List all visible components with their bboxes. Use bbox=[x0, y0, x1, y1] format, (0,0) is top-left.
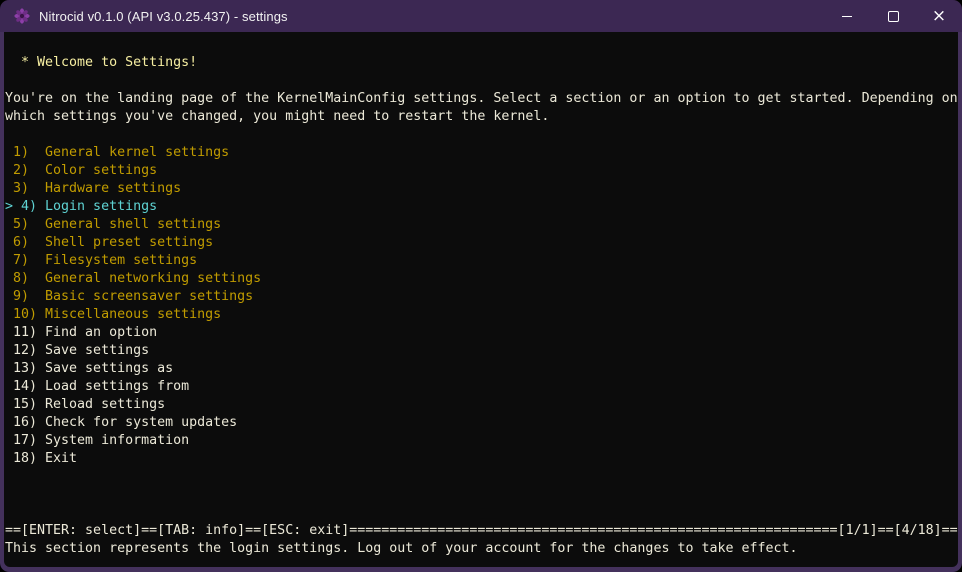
menu-item-15[interactable]: 15) Reload settings bbox=[5, 396, 958, 414]
close-button[interactable]: × bbox=[916, 0, 962, 32]
menu-item-8[interactable]: 8) General networking settings bbox=[5, 270, 958, 288]
terminal-content: * Welcome to Settings! You're on the lan… bbox=[4, 32, 958, 567]
spacer-row bbox=[5, 468, 958, 486]
spacer-row bbox=[5, 504, 958, 522]
nitrocid-flower-icon bbox=[14, 8, 30, 24]
status-bar: ==[ENTER: select]==[TAB: info]==[ESC: ex… bbox=[5, 522, 958, 540]
menu-item-7[interactable]: 7) Filesystem settings bbox=[5, 252, 958, 270]
minimize-button[interactable] bbox=[824, 0, 870, 32]
menu-item-18[interactable]: 18) Exit bbox=[5, 450, 958, 468]
close-icon: × bbox=[932, 8, 946, 25]
intro-line-2: which settings you've changed, you might… bbox=[5, 108, 958, 126]
terminal-frame: * Welcome to Settings! You're on the lan… bbox=[0, 32, 962, 572]
spacer-row bbox=[5, 486, 958, 504]
settings-menu: 1) General kernel settings 2) Color sett… bbox=[5, 144, 958, 468]
spacer-row bbox=[5, 126, 958, 144]
titlebar[interactable]: Nitrocid v0.1.0 (API v3.0.25.437) - sett… bbox=[0, 0, 962, 32]
menu-item-13[interactable]: 13) Save settings as bbox=[5, 360, 958, 378]
terminal-window: Nitrocid v0.1.0 (API v3.0.25.437) - sett… bbox=[0, 0, 962, 572]
menu-item-11[interactable]: 11) Find an option bbox=[5, 324, 958, 342]
menu-item-17[interactable]: 17) System information bbox=[5, 432, 958, 450]
window-title: Nitrocid v0.1.0 (API v3.0.25.437) - sett… bbox=[39, 9, 824, 24]
help-text: This section represents the login settin… bbox=[5, 540, 958, 558]
menu-item-14[interactable]: 14) Load settings from bbox=[5, 378, 958, 396]
minimize-icon bbox=[842, 16, 852, 17]
menu-item-12[interactable]: 12) Save settings bbox=[5, 342, 958, 360]
maximize-button[interactable] bbox=[870, 0, 916, 32]
menu-item-1[interactable]: 1) General kernel settings bbox=[5, 144, 958, 162]
menu-item-5[interactable]: 5) General shell settings bbox=[5, 216, 958, 234]
menu-item-2[interactable]: 2) Color settings bbox=[5, 162, 958, 180]
menu-item-4[interactable]: > 4) Login settings bbox=[5, 198, 958, 216]
menu-item-9[interactable]: 9) Basic screensaver settings bbox=[5, 288, 958, 306]
window-controls: × bbox=[824, 0, 962, 32]
welcome-message: * Welcome to Settings! bbox=[5, 54, 958, 72]
maximize-icon bbox=[888, 11, 899, 22]
menu-item-10[interactable]: 10) Miscellaneous settings bbox=[5, 306, 958, 324]
menu-item-3[interactable]: 3) Hardware settings bbox=[5, 180, 958, 198]
menu-item-6[interactable]: 6) Shell preset settings bbox=[5, 234, 958, 252]
spacer-row bbox=[5, 72, 958, 90]
intro-line-1: You're on the landing page of the Kernel… bbox=[5, 90, 958, 108]
menu-item-16[interactable]: 16) Check for system updates bbox=[5, 414, 958, 432]
spacer-row bbox=[5, 36, 958, 54]
